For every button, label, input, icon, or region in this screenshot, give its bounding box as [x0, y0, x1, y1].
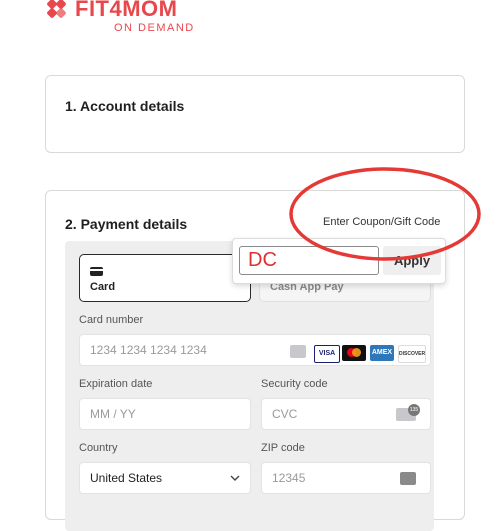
logo-subtitle: ON DEMAND	[114, 22, 195, 34]
zip-code-input[interactable]: 12345	[261, 462, 431, 494]
security-code-input[interactable]: CVC 135	[261, 398, 431, 430]
zip-placeholder: 12345	[272, 471, 306, 485]
expiration-date-input[interactable]: MM / YY	[79, 398, 251, 430]
country-select[interactable]: United States	[79, 462, 251, 494]
card-number-placeholder: 1234 1234 1234 1234	[90, 343, 207, 357]
fit4mom-logo: FIT4MOM ON DEMAND	[42, 0, 242, 40]
zip-code-label: ZIP code	[261, 442, 305, 454]
logo-name: FIT4MOM	[75, 0, 178, 21]
enter-coupon-link[interactable]: Enter Coupon/Gift Code	[323, 216, 440, 228]
logo-flower-icon	[46, 0, 72, 22]
cvc-placeholder: CVC	[272, 407, 298, 421]
card-generic-icon	[290, 345, 306, 358]
amex-icon: AMEX	[370, 345, 394, 361]
cvc-badge: 135	[408, 404, 420, 416]
payment-element: Card Cash App Pay Card number 1234 1234 …	[65, 241, 434, 531]
account-details-title: 1. Account details	[65, 98, 185, 114]
payment-details-title: 2. Payment details	[65, 216, 188, 232]
autofill-icon	[400, 472, 416, 485]
discover-icon: DISCOVER	[398, 345, 426, 363]
card-number-input[interactable]: 1234 1234 1234 1234 VISA AMEX DISCOVER	[79, 334, 431, 366]
expiration-placeholder: MM / YY	[90, 407, 136, 421]
country-value: United States	[90, 471, 163, 485]
chevron-down-icon	[230, 475, 240, 481]
apply-coupon-button[interactable]: Apply	[383, 246, 441, 275]
mastercard-icon	[342, 345, 366, 361]
tab-card[interactable]: Card	[79, 254, 251, 302]
card-number-label: Card number	[79, 314, 144, 326]
account-details-panel[interactable]: 1. Account details	[45, 75, 465, 153]
coupon-popup: DC Apply	[232, 238, 446, 284]
expiration-date-label: Expiration date	[79, 378, 153, 390]
coupon-code-input[interactable]: DC	[239, 246, 379, 275]
tab-card-label: Card	[90, 281, 116, 293]
visa-icon: VISA	[314, 345, 340, 363]
security-code-label: Security code	[261, 378, 328, 390]
country-label: Country	[79, 442, 118, 454]
credit-card-icon	[90, 267, 103, 276]
